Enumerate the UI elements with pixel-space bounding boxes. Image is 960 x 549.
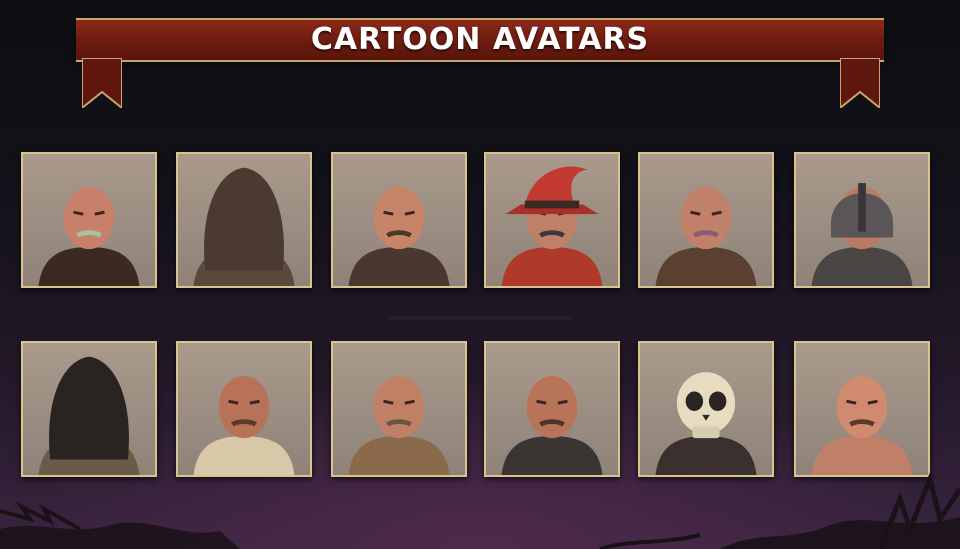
avatar-portrait	[38, 187, 140, 286]
avatar-portrait	[38, 356, 140, 475]
avatar-young-warrior[interactable]	[484, 341, 620, 477]
avatar-portrait	[193, 167, 295, 286]
avatar-portrait	[811, 376, 913, 475]
avatar-helmet-soldier[interactable]	[794, 152, 930, 288]
page-title: CARTOON AVATARS	[310, 22, 650, 57]
avatar-portrait	[193, 376, 295, 475]
avatar-hooded-rogue[interactable]	[176, 152, 312, 288]
divider-bar	[388, 316, 572, 322]
avatar-portrait	[655, 372, 757, 475]
banner-tail-right	[840, 58, 880, 108]
avatar-skull-bandana-rogue[interactable]	[176, 341, 312, 477]
avatar-bald-elder-green-beard[interactable]	[21, 152, 157, 288]
avatar-bald-mustache-man[interactable]	[331, 152, 467, 288]
avatar-bald-brute[interactable]	[638, 152, 774, 288]
avatar-red-hat-wizard[interactable]	[484, 152, 620, 288]
avatar-portrait	[348, 187, 450, 286]
avatar-skeleton[interactable]	[638, 341, 774, 477]
avatar-hooded-mustache-man[interactable]	[21, 341, 157, 477]
thorn-decoration	[0, 470, 960, 549]
title-banner: CARTOON AVATARS	[76, 18, 884, 62]
avatar-portrait	[348, 376, 450, 475]
avatar-fat-ogre-man[interactable]	[794, 341, 930, 477]
avatar-portrait	[655, 187, 757, 286]
avatar-archer-fur-hat[interactable]	[331, 341, 467, 477]
banner-tail-left	[82, 58, 122, 108]
avatar-portrait	[501, 376, 603, 475]
avatar-portrait	[811, 183, 913, 286]
avatar-portrait	[501, 166, 603, 286]
